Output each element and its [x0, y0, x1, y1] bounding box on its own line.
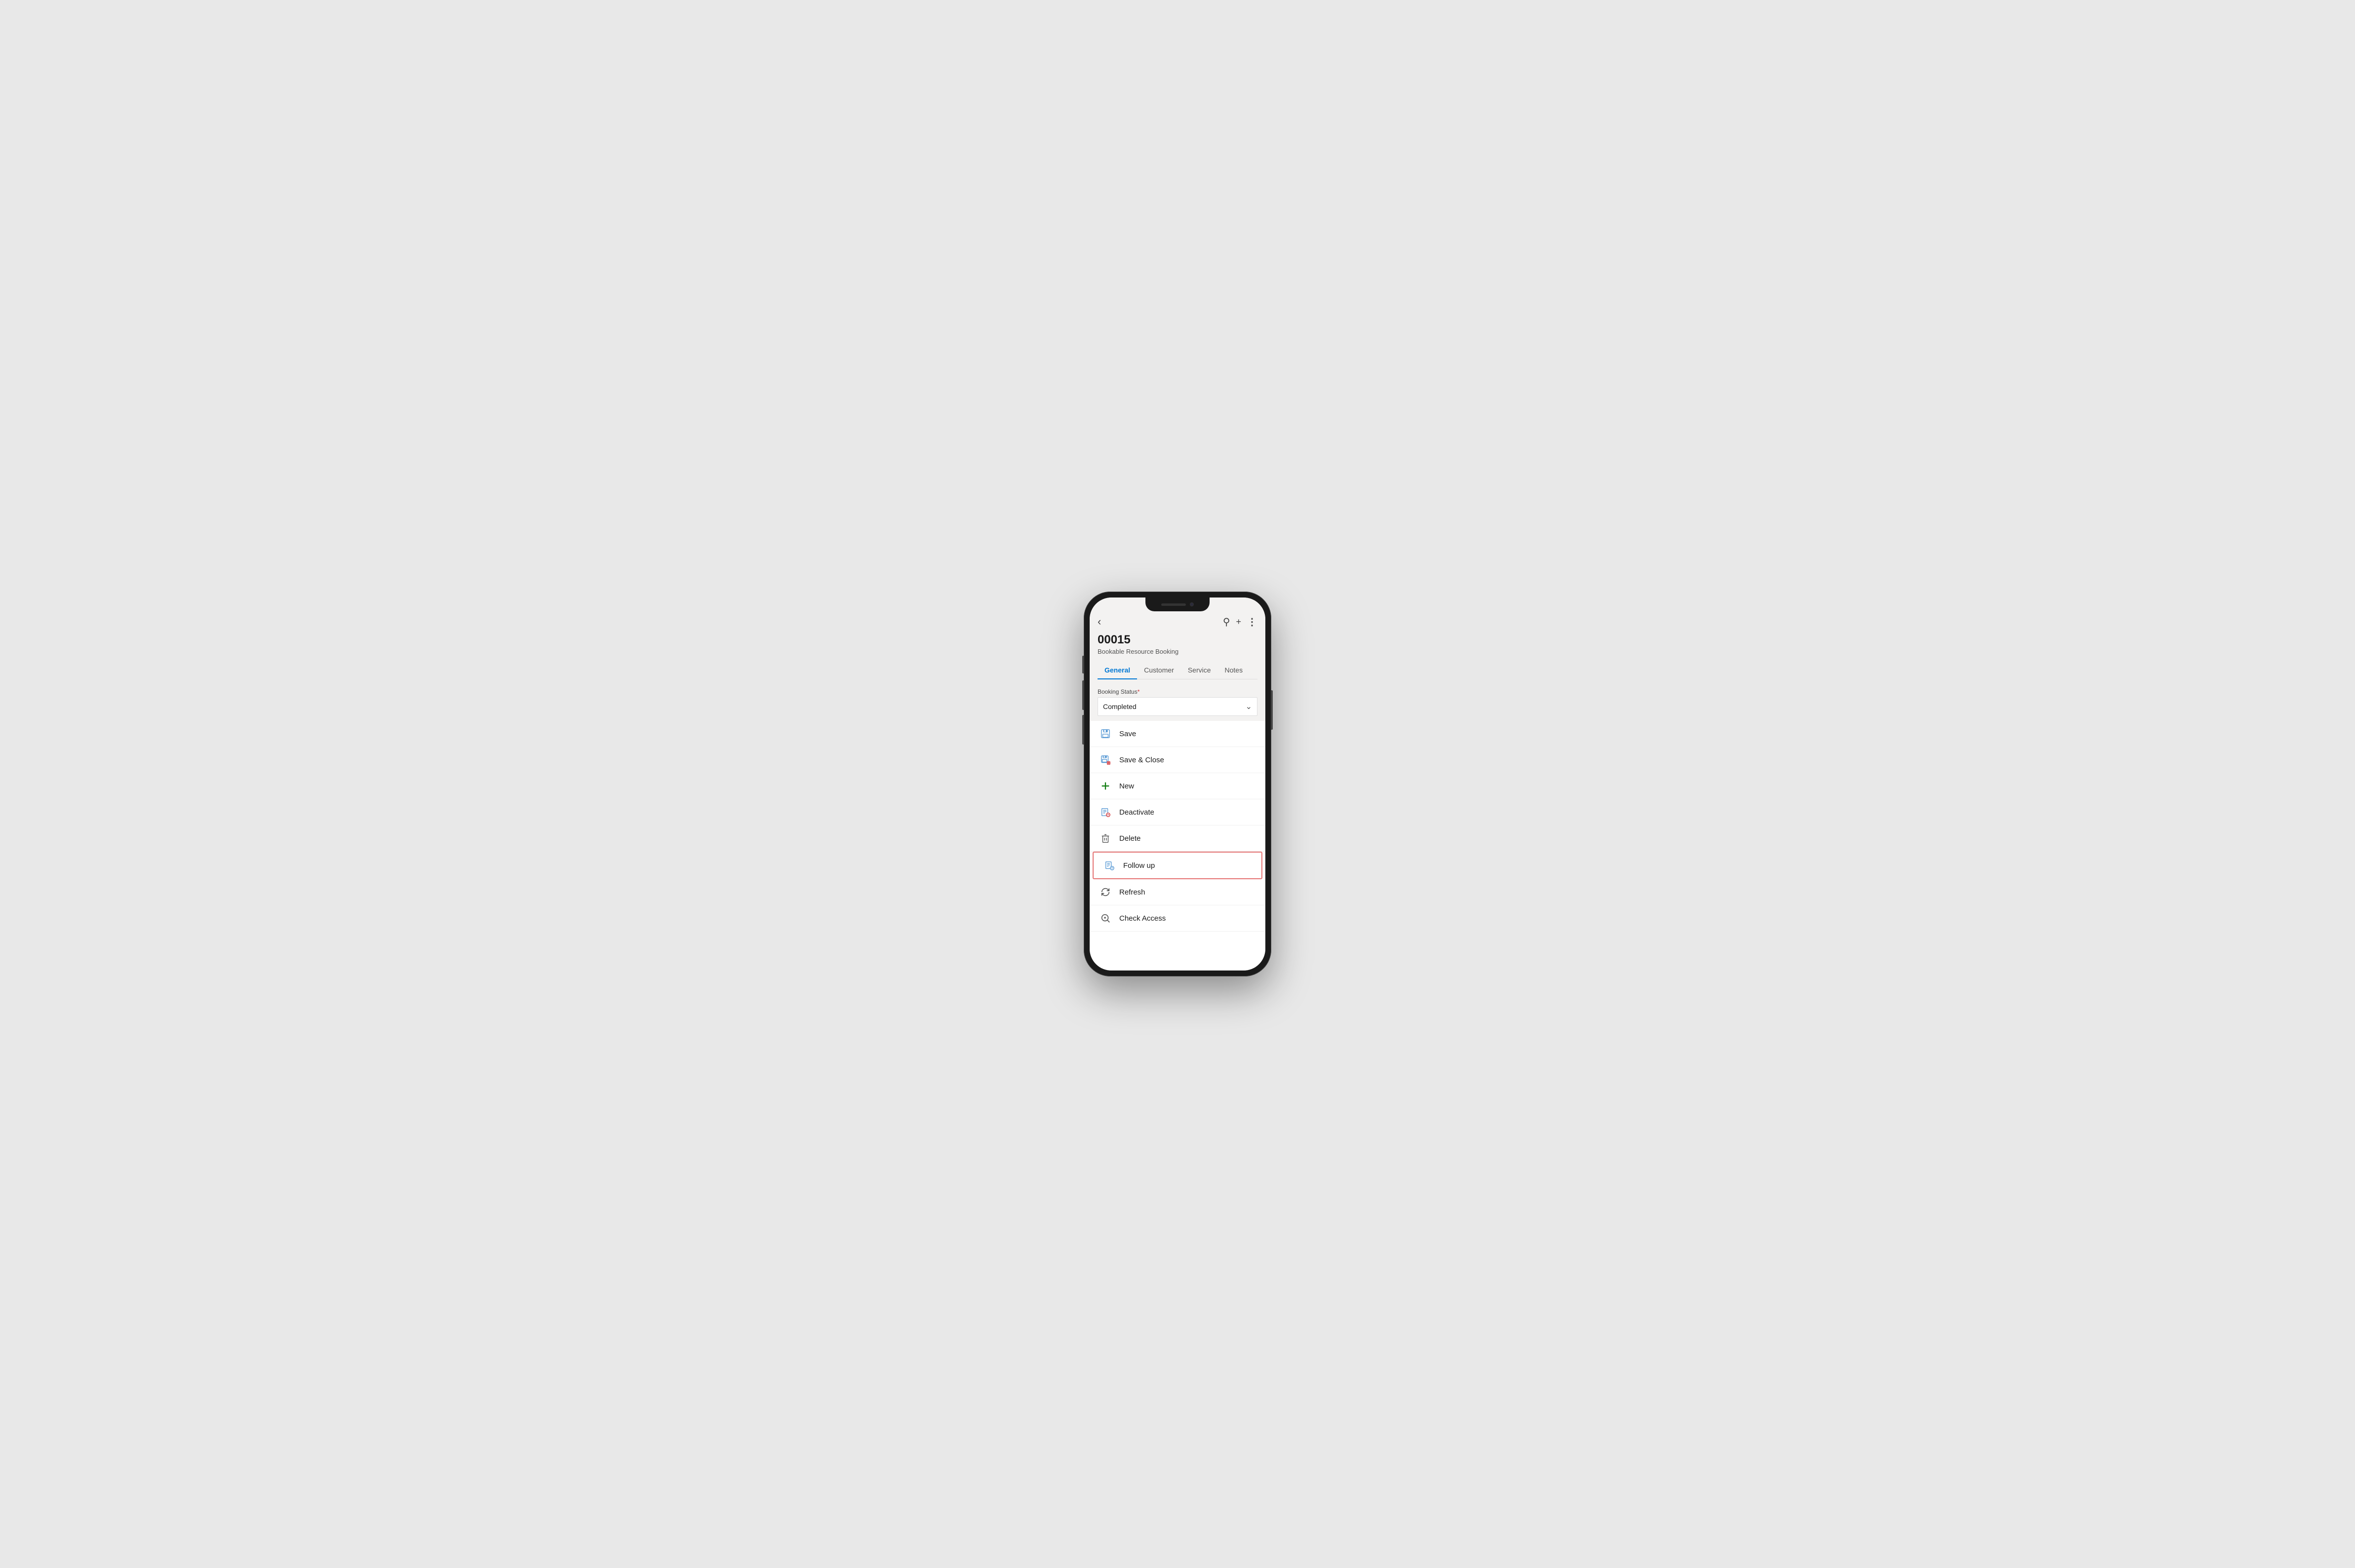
menu-item-deactivate[interactable]: Deactivate [1090, 799, 1265, 825]
deactivate-icon [1100, 806, 1111, 818]
app-content: ‹ ⚲ + ⋮ 00015 Bookable Resource Booking … [1090, 597, 1265, 971]
volume-down-button [1082, 715, 1084, 745]
new-icon [1100, 780, 1111, 792]
delete-label: Delete [1119, 834, 1140, 843]
menu-item-check-access[interactable]: Check Access [1090, 905, 1265, 932]
chevron-down-icon: ⌄ [1246, 702, 1252, 711]
delete-icon [1100, 832, 1111, 844]
add-button[interactable]: + [1236, 617, 1241, 627]
check-access-label: Check Access [1119, 914, 1166, 923]
menu-item-save[interactable]: Save [1090, 721, 1265, 747]
refresh-label: Refresh [1119, 888, 1145, 896]
tab-customer[interactable]: Customer [1137, 661, 1181, 679]
refresh-icon [1100, 886, 1111, 898]
check-access-icon [1100, 912, 1111, 924]
header-nav: ‹ ⚲ + ⋮ [1098, 615, 1257, 628]
tab-general[interactable]: General [1098, 661, 1137, 679]
search-button[interactable]: ⚲ [1223, 616, 1230, 628]
menu-item-save-close[interactable]: Save & Close [1090, 747, 1265, 773]
phone-frame: ‹ ⚲ + ⋮ 00015 Bookable Resource Booking … [1084, 592, 1271, 976]
record-id: 00015 [1098, 633, 1257, 647]
power-button [1271, 690, 1273, 730]
menu-item-follow-up[interactable]: Follow up [1093, 852, 1262, 879]
volume-up-button [1082, 680, 1084, 710]
menu-item-new[interactable]: New [1090, 773, 1265, 799]
header-actions: ⚲ + ⋮ [1223, 616, 1257, 628]
booking-status-label: Booking Status* [1098, 688, 1257, 695]
booking-status-value: Completed [1103, 703, 1137, 710]
menu-item-refresh[interactable]: Refresh [1090, 879, 1265, 905]
save-close-label: Save & Close [1119, 756, 1164, 764]
save-icon [1100, 728, 1111, 740]
save-close-icon [1100, 754, 1111, 766]
tabs: General Customer Service Notes [1098, 661, 1257, 679]
save-label: Save [1119, 730, 1136, 738]
phone-screen: ‹ ⚲ + ⋮ 00015 Bookable Resource Booking … [1090, 597, 1265, 971]
menu-item-delete[interactable]: Delete [1090, 825, 1265, 852]
back-button[interactable]: ‹ [1098, 615, 1101, 628]
record-type: Bookable Resource Booking [1098, 648, 1257, 655]
booking-status-dropdown[interactable]: Completed ⌄ [1098, 697, 1257, 716]
follow-up-label: Follow up [1123, 861, 1155, 870]
new-label: New [1119, 782, 1134, 790]
speaker [1161, 603, 1186, 606]
deactivate-label: Deactivate [1119, 808, 1154, 817]
context-menu: Save Save [1090, 721, 1265, 971]
required-marker: * [1138, 688, 1140, 695]
tab-notes[interactable]: Notes [1218, 661, 1250, 679]
tab-service[interactable]: Service [1181, 661, 1218, 679]
more-button[interactable]: ⋮ [1247, 616, 1257, 628]
mute-button [1082, 656, 1084, 673]
front-camera [1190, 602, 1194, 606]
booking-status-section: Booking Status* Completed ⌄ [1090, 683, 1265, 721]
notch [1145, 597, 1210, 611]
follow-up-icon [1103, 859, 1115, 871]
